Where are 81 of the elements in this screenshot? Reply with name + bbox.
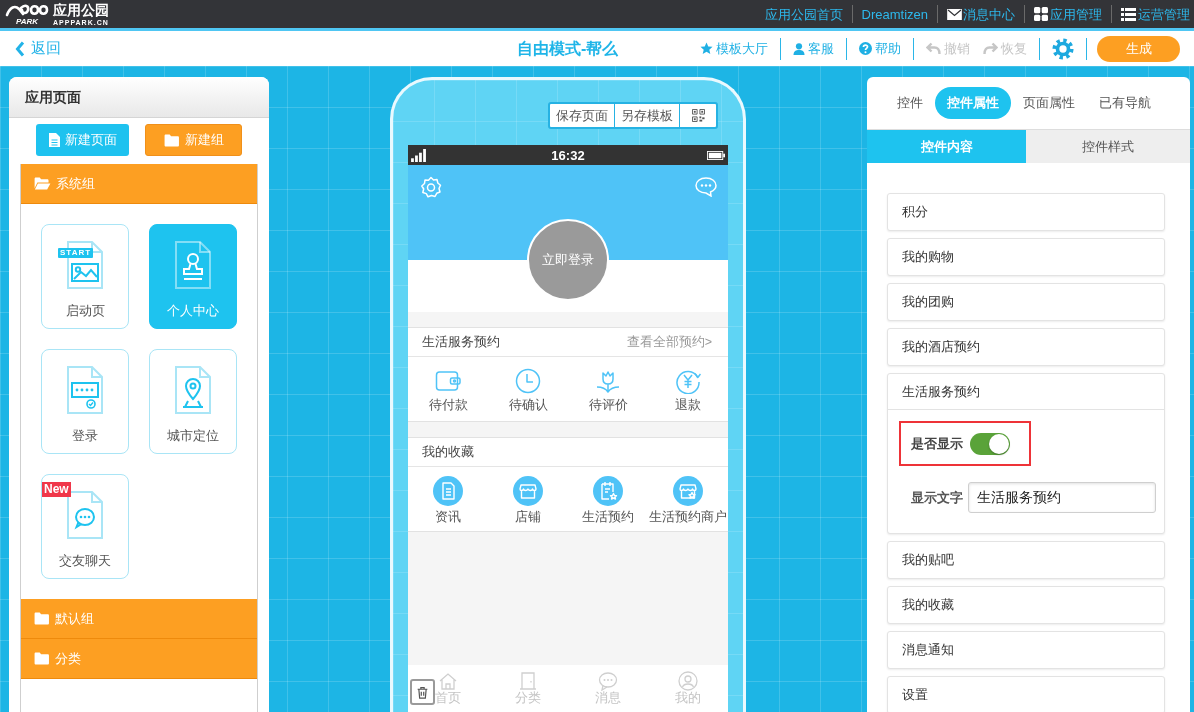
undo-icon (926, 42, 941, 55)
section-title: 我的收藏 (422, 443, 474, 462)
toggle-switch[interactable] (970, 432, 1010, 455)
redo-icon (983, 42, 998, 55)
list-icon (1121, 7, 1136, 21)
nav-link[interactable]: 消息中心 (947, 7, 1015, 21)
property-item[interactable]: 我的贴吧 (888, 542, 1164, 578)
grid-icon (1034, 7, 1048, 21)
shop-icon (513, 476, 543, 506)
clock-icon (515, 368, 541, 394)
shortcut-item[interactable]: 生活预约商户 (648, 467, 728, 531)
delete-button[interactable] (410, 679, 435, 705)
property-item[interactable]: 我的团购 (888, 284, 1164, 320)
location-page-icon (175, 366, 211, 414)
shortcut-item[interactable]: 店铺 (488, 467, 568, 531)
logo-icon (5, 2, 49, 17)
panel-tab[interactable]: 已有导航 (1087, 87, 1163, 119)
status-time: 16:32 (551, 148, 585, 162)
shortcut-item[interactable]: 待确认 (488, 357, 568, 421)
page-action-button[interactable]: 保存页面 (550, 104, 615, 127)
qr-code-icon (691, 109, 705, 122)
trash-icon (416, 685, 429, 699)
shortcut-item[interactable]: 退款 (648, 357, 728, 421)
property-item[interactable]: 生活服务预约 (888, 374, 1164, 410)
battery-icon (707, 150, 725, 160)
wallet-icon (435, 368, 461, 394)
shortcut-item[interactable]: 待付款 (408, 357, 488, 421)
nav-link[interactable]: Dreamtizen (861, 7, 928, 21)
folder-icon (163, 133, 180, 147)
property-item[interactable]: 积分 (888, 194, 1164, 230)
chevron-left-icon (15, 40, 25, 57)
property-item[interactable]: 我的购物 (888, 239, 1164, 275)
person-icon (678, 671, 698, 691)
panel-tab[interactable]: 页面属性 (1011, 87, 1087, 119)
page-tile[interactable]: New 交友聊天 (41, 474, 129, 579)
logo-name: 应用公园 (53, 1, 109, 19)
help-icon (859, 42, 872, 55)
page-tile[interactable]: 登录 (41, 349, 129, 454)
text-field[interactable]: 生活服务预约 (968, 482, 1156, 513)
panel-title: 应用页面 (25, 87, 81, 107)
logo-mark: PARK (16, 16, 39, 26)
star-icon (700, 42, 713, 55)
property-item[interactable]: 设置 (888, 677, 1164, 712)
field-label: 是否显示 (911, 434, 963, 453)
folder-icon (34, 612, 50, 625)
person-page-icon (175, 241, 211, 289)
shortcut-item[interactable]: 生活预约 (568, 467, 648, 531)
page-tile[interactable]: START 启动页 (41, 224, 129, 329)
page-title: 自由模式-帮么 (517, 38, 619, 59)
chat-icon[interactable] (695, 176, 717, 197)
section-title: 生活服务预约 (422, 333, 500, 352)
signal-icon (411, 148, 426, 162)
nav-link[interactable]: 应用管理 (1034, 7, 1102, 21)
shortcut-item[interactable]: 资讯 (408, 467, 488, 531)
property-item[interactable]: 我的收藏 (888, 587, 1164, 623)
chat-page-icon (67, 491, 103, 539)
property-item[interactable]: 我的酒店预约 (888, 329, 1164, 365)
door-icon (518, 671, 538, 691)
settings-icon[interactable] (1052, 37, 1074, 60)
page-action-button[interactable]: 另存模板 (615, 104, 680, 127)
property-item[interactable]: 消息通知 (888, 632, 1164, 668)
nav-link[interactable]: 应用公园首页 (764, 7, 843, 21)
home-icon (438, 671, 458, 691)
field-label: 显示文字 (911, 488, 964, 507)
new-badge: New (42, 482, 71, 497)
document-icon (433, 476, 463, 506)
page-tile[interactable]: 城市定位 (149, 349, 237, 454)
flower-icon (595, 368, 621, 394)
panel-tab[interactable]: 控件 (885, 87, 935, 119)
envelope-icon (947, 8, 962, 20)
start-tag: START (58, 248, 94, 258)
yen-refresh-icon (675, 368, 701, 394)
user-icon (793, 42, 805, 55)
open-folder-icon (34, 177, 51, 190)
nav-link[interactable]: 运营管理 (1121, 7, 1190, 21)
document-icon (48, 133, 60, 147)
shortcut-item[interactable]: 待评价 (568, 357, 648, 421)
chat-icon (598, 671, 618, 691)
sub-tab[interactable]: 控件样式 (1026, 130, 1190, 163)
folder-icon (34, 652, 50, 665)
password-page-icon (67, 366, 103, 414)
